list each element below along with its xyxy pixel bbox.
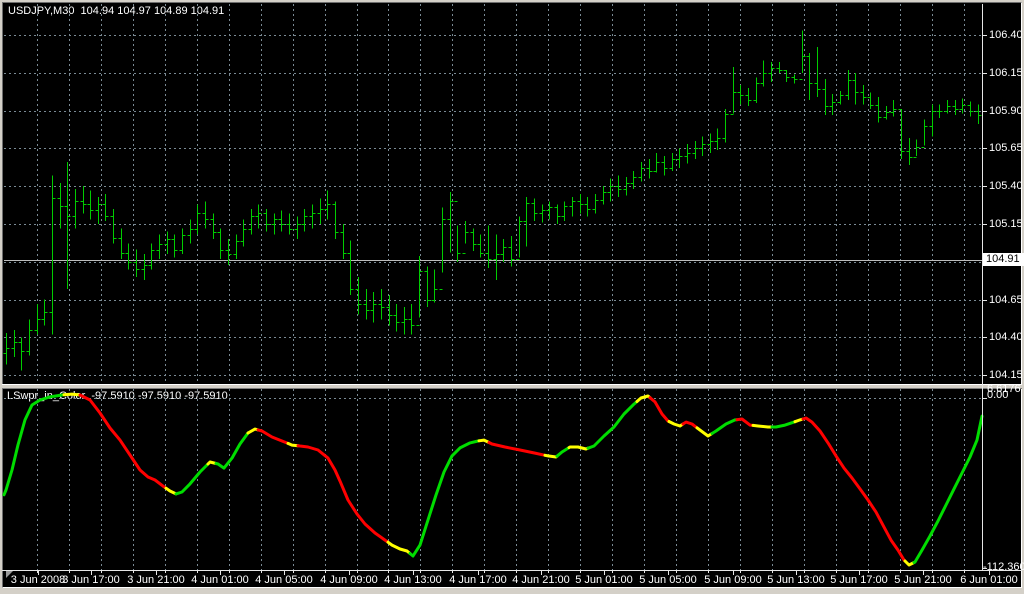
mt4-chart-window: USDJPY,M30 104.94 104.97 104.89 104.91 L…	[0, 0, 1024, 594]
price-axis-label: 105.40	[989, 180, 1023, 193]
indicator-scale-zero-label: 0.00	[987, 389, 1008, 402]
price-axis-label: 105.90	[989, 105, 1023, 118]
price-axis-label: 104.15	[989, 369, 1023, 382]
indicator-line	[4, 394, 982, 565]
time-axis-label: 6 Jun 01:00	[947, 574, 1024, 587]
price-axis-label: 106.15	[989, 67, 1023, 80]
current-price-tag: 104.91	[983, 253, 1024, 266]
price-bars-series	[4, 30, 982, 370]
price-axis-label: 104.40	[989, 331, 1023, 344]
price-axis-label: 106.40	[989, 29, 1023, 42]
grid-lines	[4, 4, 982, 570]
price-axis-label: 105.15	[989, 218, 1023, 231]
price-axis-label: 105.65	[989, 142, 1023, 155]
chart-canvas[interactable]	[0, 0, 1024, 594]
indicator-scale-min-label: -112.360	[983, 561, 1024, 574]
price-axis-label: 104.65	[989, 294, 1023, 307]
